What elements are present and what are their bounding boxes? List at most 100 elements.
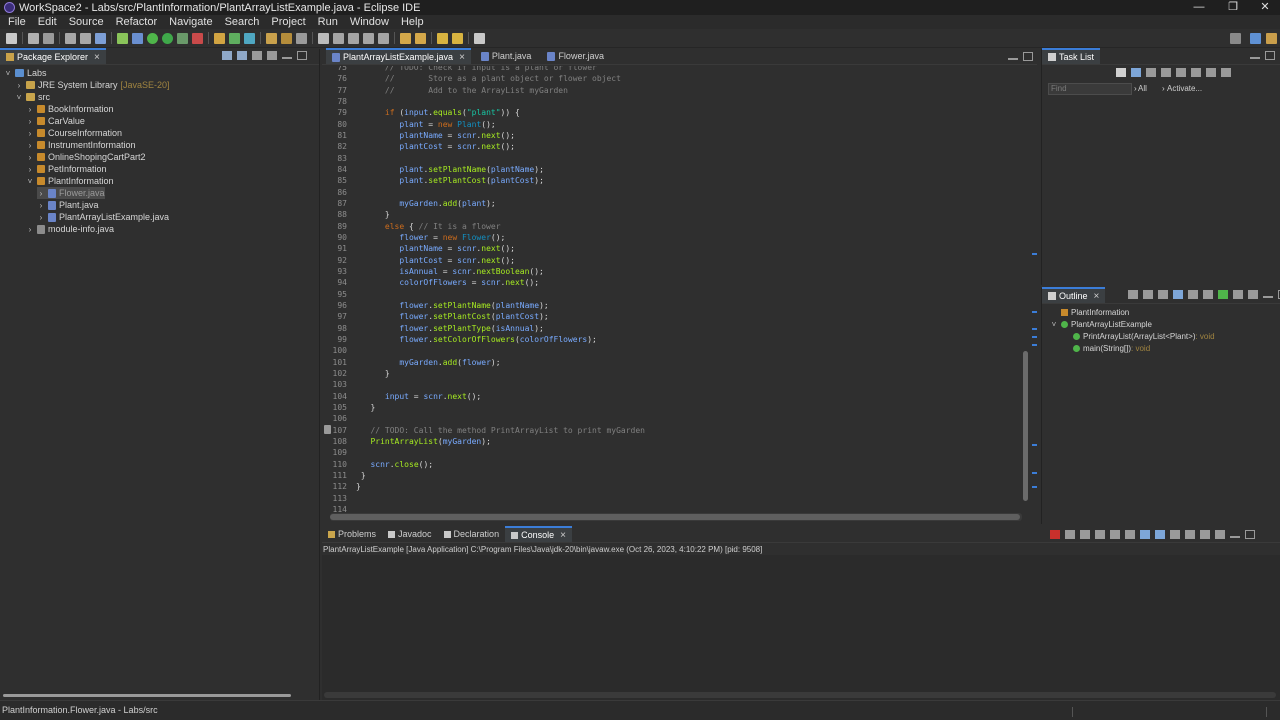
package-explorer-scrollbar[interactable] — [3, 694, 291, 697]
code-line[interactable]: 112} — [322, 481, 1022, 492]
collapsed-chevron-icon[interactable]: › — [26, 153, 34, 162]
code-line[interactable]: 113 — [322, 493, 1022, 504]
filter-icon[interactable] — [252, 51, 262, 60]
editor-vertical-scrollbar[interactable] — [1022, 66, 1030, 511]
build-icon[interactable] — [95, 32, 106, 44]
focus-icon[interactable] — [1233, 290, 1243, 299]
tree-item[interactable]: › module-info.java — [26, 223, 114, 235]
menu-file[interactable]: File — [2, 15, 32, 29]
show-on-stderr-icon[interactable] — [1155, 530, 1165, 539]
forward-arrow-icon[interactable] — [452, 32, 463, 44]
tree-item[interactable]: ˅ Labs — [4, 67, 47, 79]
code-line[interactable]: 88 } — [322, 209, 1022, 220]
code-line[interactable]: 77 // Add to the ArrayList myGarden — [322, 85, 1022, 96]
code-line[interactable]: 100 — [322, 345, 1022, 356]
collapsed-chevron-icon[interactable]: › — [37, 189, 45, 198]
code-line[interactable]: 85 plant.setPlantCost(plantCost); — [322, 175, 1022, 186]
tree-item[interactable]: › CourseInformation — [26, 127, 122, 139]
clear-console-icon[interactable] — [1095, 530, 1105, 539]
overview-ruler[interactable] — [1032, 66, 1037, 511]
code-line[interactable]: 90 flower = new Flower(); — [322, 232, 1022, 243]
code-line[interactable]: 83 — [322, 153, 1022, 164]
menu-search[interactable]: Search — [219, 15, 266, 29]
coverage-icon[interactable] — [177, 32, 188, 44]
hide-non-public-icon[interactable] — [1188, 290, 1198, 299]
sort-icon[interactable] — [1143, 290, 1153, 299]
back-arrow-icon[interactable] — [437, 32, 448, 44]
categorized-icon[interactable] — [1131, 68, 1141, 77]
tree-item[interactable]: › BookInformation — [26, 103, 114, 115]
code-line[interactable]: 94 colorOfFlowers = scnr.next(); — [322, 277, 1022, 288]
new-class-icon[interactable] — [244, 32, 255, 44]
open-console-icon[interactable] — [1200, 530, 1210, 539]
collapse-all-icon[interactable] — [222, 51, 232, 60]
editor-tab[interactable]: PlantArrayListExample.java × — [326, 48, 471, 64]
code-line[interactable]: 86 — [322, 187, 1022, 198]
menu-help[interactable]: Help — [395, 15, 430, 29]
open-task-icon[interactable] — [281, 32, 292, 44]
collapsed-chevron-icon[interactable]: › — [26, 105, 34, 114]
code-line[interactable]: 104 input = scnr.next(); — [322, 391, 1022, 402]
close-icon[interactable]: × — [1094, 291, 1100, 302]
tree-item[interactable]: › PlantArrayListExample.java — [37, 211, 169, 223]
view-menu-icon[interactable] — [1215, 530, 1225, 539]
outline-item[interactable]: ˅ PlantArrayListExample — [1050, 318, 1152, 330]
editor-horizontal-scrollbar[interactable] — [330, 513, 1022, 521]
remove-launch-icon[interactable] — [1065, 530, 1075, 539]
menu-edit[interactable]: Edit — [32, 15, 63, 29]
expand-all-icon[interactable] — [1191, 68, 1201, 77]
collapsed-chevron-icon[interactable]: › — [26, 141, 34, 150]
code-line[interactable]: 76 // Store as a plant object or flower … — [322, 73, 1022, 84]
code-line[interactable]: 101 myGarden.add(flower); — [322, 357, 1022, 368]
menu-project[interactable]: Project — [265, 15, 311, 29]
activate-link[interactable]: Activate... — [1167, 84, 1202, 93]
mark-occurrences-icon[interactable] — [333, 32, 344, 44]
redo-icon[interactable] — [80, 32, 91, 44]
code-area[interactable]: 75 // TODO: Check if input is a plant or… — [322, 66, 1037, 512]
hide-fields-icon[interactable] — [1158, 290, 1168, 299]
minimize-icon[interactable] — [1230, 536, 1240, 538]
open-type-icon[interactable] — [266, 32, 277, 44]
maximize-button[interactable]: ❐ — [1216, 0, 1250, 15]
expanded-chevron-icon[interactable]: ˅ — [4, 69, 12, 78]
scroll-lock-icon[interactable] — [1110, 530, 1120, 539]
tab-javadoc[interactable]: Javadoc — [382, 526, 438, 542]
outline-item[interactable]: main(String[]) : void — [1062, 342, 1150, 354]
console-horizontal-scrollbar[interactable] — [324, 692, 1276, 698]
tab-problems[interactable]: Problems — [322, 526, 382, 542]
maximize-icon[interactable] — [297, 51, 307, 60]
hide-completed-icon[interactable] — [1161, 68, 1171, 77]
view-menu-icon[interactable] — [1248, 290, 1258, 299]
minimize-button[interactable]: — — [1182, 0, 1216, 15]
toggle-breadcrumb-icon[interactable] — [318, 32, 329, 44]
code-line[interactable]: 110 scnr.close(); — [322, 459, 1022, 470]
skip-breakpoints-icon[interactable] — [117, 32, 128, 44]
minimize-icon[interactable] — [1008, 58, 1018, 60]
code-line[interactable]: 82 plantCost = scnr.next(); — [322, 141, 1022, 152]
new-icon[interactable] — [6, 32, 17, 44]
show-on-stdout-icon[interactable] — [1140, 530, 1150, 539]
tab-task-list[interactable]: Task List — [1042, 48, 1101, 64]
code-line[interactable]: 89 else { // It is a flower — [322, 221, 1022, 232]
debug-icon[interactable] — [147, 32, 158, 44]
editor-tab[interactable]: Plant.java — [475, 48, 538, 64]
console-output[interactable] — [322, 555, 1280, 700]
tree-item[interactable]: › Flower.java — [37, 187, 105, 199]
word-wrap-icon[interactable] — [348, 32, 359, 44]
code-line[interactable]: 80 plant = new Plant(); — [322, 119, 1022, 130]
save-icon[interactable] — [28, 32, 39, 44]
maximize-icon[interactable] — [1023, 52, 1033, 61]
tab-outline[interactable]: Outline × — [1042, 287, 1106, 303]
next-annotation-icon[interactable] — [400, 32, 411, 44]
code-line[interactable]: 106 — [322, 413, 1022, 424]
outline-item[interactable]: PlantInformation — [1050, 306, 1129, 318]
editor-tab[interactable]: Flower.java — [541, 48, 610, 64]
terminate-icon[interactable] — [1050, 530, 1060, 539]
open-perspective-icon[interactable] — [1230, 33, 1241, 44]
tab-console[interactable]: Console × — [505, 526, 572, 542]
tree-item[interactable]: › Plant.java — [37, 199, 99, 211]
code-line[interactable]: 102 } — [322, 368, 1022, 379]
new-package-icon[interactable] — [229, 32, 240, 44]
menu-navigate[interactable]: Navigate — [163, 15, 218, 29]
maximize-icon[interactable] — [1245, 530, 1255, 539]
